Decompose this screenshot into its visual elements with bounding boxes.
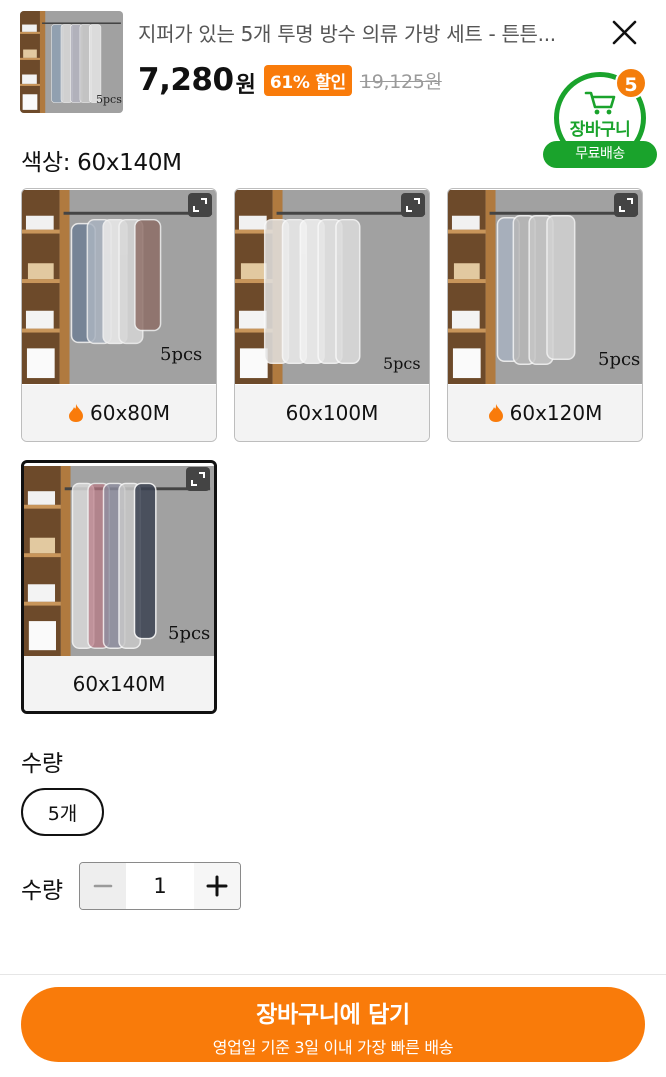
quantity-value[interactable]: 1 [126,863,194,909]
color-option-60x100[interactable]: 5pcs 60x100M [234,188,430,442]
shopping-cart-icon [584,91,616,115]
expand-icon[interactable] [188,193,212,217]
price-row: 7,280 원 61% 할인 19,125원 [138,58,442,102]
fire-icon [488,404,503,422]
option-image-caption: 5pcs [383,354,421,373]
option-label-text: 60x100M [285,401,379,425]
option-label-text: 60x120M [509,401,603,425]
minus-icon [93,884,113,888]
expand-icon[interactable] [401,193,425,217]
increase-button[interactable] [194,863,240,909]
add-to-cart-label: 장바구니에 담기 [256,1002,410,1028]
pack-section-label: 수량 [21,751,63,777]
color-option-60x80[interactable]: 5pcs 60x80M [21,188,217,442]
pack-option-5[interactable]: 5개 [21,788,104,836]
option-label: 60x120M [448,385,642,441]
decrease-button[interactable] [80,863,126,909]
thumbnail-caption: 5pcs [96,93,122,106]
product-title: 지퍼가 있는 5개 투명 방수 의류 가방 세트 - 튼튼... [138,22,556,46]
currency-unit: 원 [235,73,256,98]
close-button[interactable] [604,14,644,54]
option-image-caption: 5pcs [168,623,211,644]
cart-count-badge: 5 [615,67,647,99]
option-label: 60x100M [235,385,429,441]
add-to-cart-button[interactable]: 장바구니에 담기 영업일 기준 3일 이내 가장 빠른 배송 [21,987,645,1062]
original-price: 19,125원 [359,70,442,93]
option-label-text: 60x140M [72,672,166,696]
delivery-note: 영업일 기준 3일 이내 가장 빠른 배송 [212,1038,454,1057]
expand-icon[interactable] [186,467,210,491]
option-image-caption: 5pcs [160,344,203,365]
product-thumbnail[interactable]: 5pcs [20,11,123,113]
option-label-text: 60x80M [90,401,170,425]
expand-icon[interactable] [614,193,638,217]
free-shipping-tag: 무료배송 [543,141,657,168]
discount-badge: 61% 할인 [263,64,352,96]
option-image-caption: 5pcs [598,349,641,370]
quantity-label: 수량 [21,878,63,904]
quantity-stepper: 1 [79,862,241,910]
close-icon [612,20,637,45]
color-section-label: 색상: 60x140M [21,150,182,176]
sale-price: 7,280 [138,62,234,98]
cart-label: 장바구니 [569,120,631,140]
option-label: 60x80M [22,385,216,441]
plus-icon [206,875,228,897]
fire-icon [69,404,83,422]
footer-divider [0,974,666,975]
cart-shortcut-button[interactable]: 장바구니 무료배송 5 [543,67,657,170]
option-label: 60x140M [24,656,214,711]
color-option-60x140[interactable]: 5pcs 60x140M [21,460,217,714]
color-option-60x120[interactable]: 5pcs 60x120M [447,188,643,442]
